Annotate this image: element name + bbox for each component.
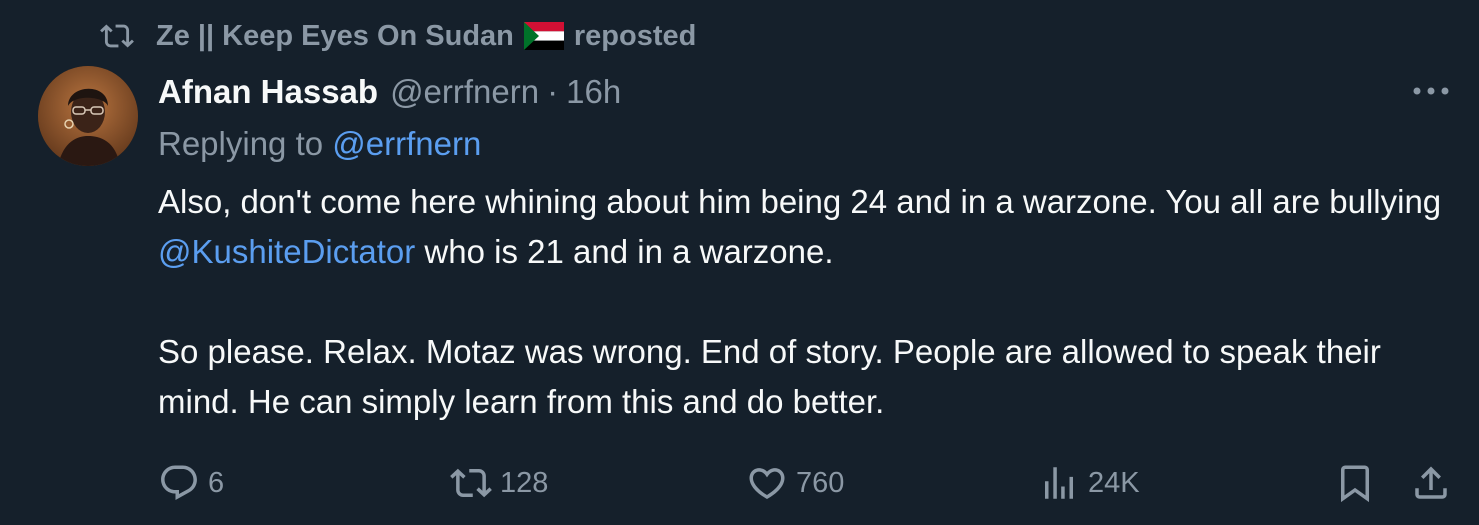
body-text-2: who is 21 and in a warzone. [415,233,834,270]
repost-context[interactable]: Ze || Keep Eyes On Sudan reposted [100,16,696,56]
reply-count: 6 [208,466,225,499]
repost-button[interactable]: 128 [450,458,548,508]
avatar[interactable] [38,66,138,166]
views-icon [1045,467,1073,499]
bookmark-button[interactable] [1334,458,1376,508]
reply-icon [161,465,197,500]
action-bar: 6 128 760 24K [158,458,1458,508]
share-icon [1415,466,1447,499]
tweet-paragraph-2: So please. Relax. Motaz was wrong. End o… [158,333,1381,420]
tweet-header: Afnan Hassab @errfnern · 16h [158,70,621,114]
tweet-paragraph-1: Also, don't come here whining about him … [158,177,1458,277]
heart-icon [749,468,785,500]
share-button[interactable] [1410,458,1452,508]
user-handle[interactable]: @errfnern [390,73,539,111]
like-count: 760 [796,466,845,499]
views-button[interactable]: 24K [1038,458,1140,508]
like-button[interactable]: 760 [746,458,844,508]
replying-to-handle[interactable]: @errfnern [332,125,481,162]
repost-icon [100,19,134,53]
reposted-label: reposted [573,19,697,52]
timestamp[interactable]: 16h [566,73,621,111]
body-text-1: Also, don't come here whining about him … [158,183,1442,220]
sudan-flag-icon [523,22,564,50]
views-count: 24K [1088,466,1140,499]
tweet-body: Also, don't come here whining about him … [158,177,1458,427]
repost-count: 128 [500,466,549,499]
display-name[interactable]: Afnan Hassab [158,73,378,111]
separator-dot: · [547,73,559,110]
mention-link[interactable]: @KushiteDictator [158,233,415,270]
reply-button[interactable]: 6 [158,458,224,508]
bookmark-icon [1341,465,1369,503]
more-options-icon[interactable] [1411,76,1451,106]
replying-to: Replying to @errfnern [158,125,481,163]
replying-to-label: Replying to [158,125,324,162]
reposter-name[interactable]: Ze || Keep Eyes On Sudan [156,20,514,53]
repost-action-icon [450,468,492,498]
